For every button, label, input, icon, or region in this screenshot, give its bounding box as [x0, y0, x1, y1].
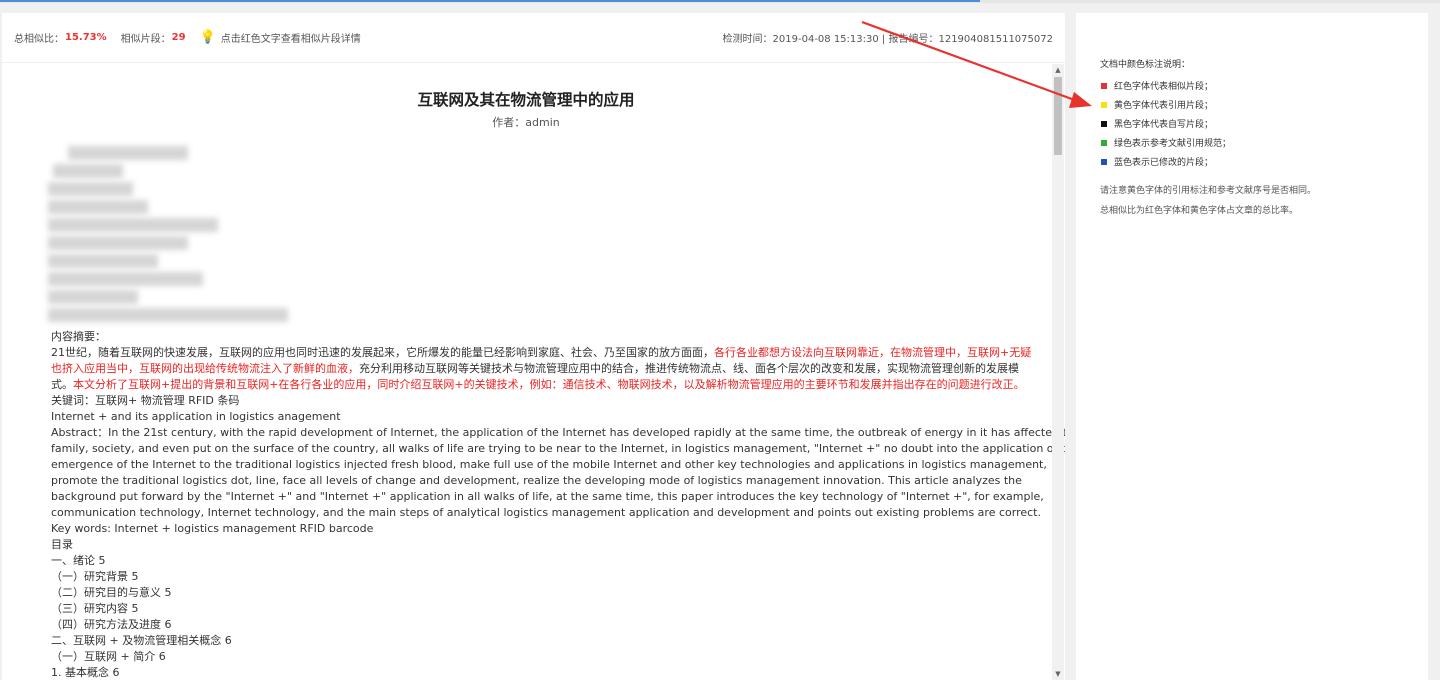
document-text: 内容摘要： [51, 330, 106, 343]
document-text: Abstract：In the 21st century, with the r… [51, 426, 1065, 439]
document-title: 互联网及其在物流管理中的应用 [417, 91, 635, 109]
document-text: 21世纪，随着互联网的快速发展，互联网的应用也同时迅速的发展起来，它所爆发的能量… [51, 346, 714, 359]
similar-fragment-text[interactable]: 各行各业都想方设法向互联网靠近，在物流管理中，互联网+无疑 [714, 346, 1031, 359]
document-body: 内容摘要： 21世纪，随着互联网的快速发展，互联网的应用也同时迅速的发展起来，它所… [51, 329, 1065, 680]
document-text: 充分利用移动互联网等关键技术与物流管理应用中的结合，推进传统物流点、线、面各个层… [359, 362, 1019, 375]
top-accent-segment [0, 0, 980, 2]
document-line: promote the traditional logistics dot, l… [51, 473, 1022, 489]
redacted-block [48, 146, 298, 336]
document-line: （一）研究背景 5 [51, 569, 1001, 585]
legend-note: 总相似比为红色字体和黄色字体占文章的总比率。 [1100, 206, 1299, 216]
document-line: Key words: Internet + logistics manageme… [51, 521, 1001, 537]
similar-fragment-text[interactable]: 本文分析了互联网+提出的背景和互联网+在各行各业的应用，同时介绍互联网+的关键技… [73, 378, 1025, 391]
legend-item: 绿色表示参考文献引用规范； [1100, 133, 1231, 152]
document-text: （二）研究目的与意义 5 [51, 586, 172, 599]
document-line: family, society, and even put on the sur… [51, 441, 1065, 457]
scroll-down-arrow-icon[interactable]: ▼ [1054, 670, 1062, 678]
document-line: （二）研究目的与意义 5 [51, 585, 1001, 601]
legend-color-swatch [1101, 158, 1107, 165]
legend-item-label: 红色字体代表相似片段； [1114, 82, 1214, 92]
document-line: 21世纪，随着互联网的快速发展，互联网的应用也同时迅速的发展起来，它所爆发的能量… [51, 345, 1031, 361]
legend-item: 蓝色表示已修改的片段； [1100, 152, 1231, 171]
document-text: 1. 基本概念 6 [51, 666, 120, 679]
lightbulb-icon: 💡 [199, 30, 216, 45]
scroll-up-arrow-icon[interactable]: ▲ [1054, 66, 1062, 74]
document-line: （一）互联网 + 简介 6 [51, 649, 1001, 665]
similar-fragment-text[interactable]: 也挤入应用当中，互联网的出现给传统物流注入了新鲜的血液， [51, 362, 359, 375]
document-text: （一）研究背景 5 [51, 570, 139, 583]
report-info-bar: 总相似比： 15.73% 相似片段： 29 💡 点击红色文字查看相似片段详情 检… [2, 13, 1065, 63]
document-text: promote the traditional logistics dot, l… [51, 474, 1022, 487]
legend-color-swatch [1101, 101, 1107, 108]
document-text: family, society, and even put on the sur… [51, 442, 1065, 455]
document-text: 二、互联网 + 及物流管理相关概念 6 [51, 634, 232, 647]
report-meta: 检测时间：2019-04-08 15:13:30 | 报告编号：12190408… [722, 34, 1053, 45]
legend-item-label: 黑色字体代表自写片段； [1114, 120, 1214, 130]
document-text: （一）互联网 + 简介 6 [51, 650, 166, 663]
color-legend: 文档中颜色标注说明： 红色字体代表相似片段； 黄色字体代表引用片段； 黑色字体代表自… [1100, 57, 1231, 171]
document-author: 作者：admin [492, 116, 560, 129]
legend-item-label: 蓝色表示已修改的片段； [1114, 158, 1214, 168]
legend-color-swatch [1101, 139, 1107, 146]
document-text: 目录 [51, 538, 73, 551]
scrollbar-thumb[interactable] [1054, 77, 1062, 155]
legend-color-swatch [1101, 82, 1107, 89]
document-text: （三）研究内容 5 [51, 602, 139, 615]
document-line: emergence of the Internet to the traditi… [51, 457, 1047, 473]
top-accent-line [0, 0, 1440, 3]
document-line: Internet + and its application in logist… [51, 409, 1001, 425]
document-text: （四）研究方法及进度 6 [51, 618, 172, 631]
document-text: background put forward by the "Internet … [51, 490, 1044, 503]
document-line: 目录 [51, 537, 1001, 553]
document-text: communication technology, Internet techn… [51, 506, 1041, 519]
document-text: 一、绪论 5 [51, 554, 106, 567]
document-line: （三）研究内容 5 [51, 601, 1001, 617]
total-similarity-label: 总相似比： [14, 34, 64, 45]
document-line: 二、互联网 + 及物流管理相关概念 6 [51, 633, 1001, 649]
document-line: 关键词：互联网+ 物流管理 RFID 条码 [51, 393, 1001, 409]
document-text: emergence of the Internet to the traditi… [51, 458, 1047, 471]
legend-note: 请注意黄色字体的引用标注和参考文献序号是否相同。 [1100, 186, 1317, 196]
hint-text: 点击红色文字查看相似片段详情 [220, 34, 361, 45]
legend-item-label: 黄色字体代表引用片段； [1114, 101, 1214, 111]
legend-panel: 文档中颜色标注说明： 红色字体代表相似片段； 黄色字体代表引用片段； 黑色字体代表自… [1076, 13, 1428, 680]
document-line: 一、绪论 5 [51, 553, 1001, 569]
legend-item: 黑色字体代表自写片段； [1100, 114, 1231, 133]
legend-notes: 请注意黄色字体的引用标注和参考文献序号是否相同。 总相似比为红色字体和黄色字体占文… [1100, 181, 1316, 221]
document-line: background put forward by the "Internet … [51, 489, 1044, 505]
document-line: 也挤入应用当中，互联网的出现给传统物流注入了新鲜的血液，充分利用移动互联网等关键… [51, 361, 1019, 377]
legend-item: 红色字体代表相似片段； [1100, 76, 1231, 95]
document-line: （四）研究方法及进度 6 [51, 617, 1001, 633]
document-text: Key words: Internet + logistics manageme… [51, 522, 374, 535]
document-line: Abstract：In the 21st century, with the r… [51, 425, 1065, 441]
total-similarity-value: 15.73% [65, 32, 107, 43]
document-line: 式。本文分析了互联网+提出的背景和互联网+在各行各业的应用，同时介绍互联网+的关… [51, 377, 1025, 393]
document-text: 关键词：互联网+ 物流管理 RFID 条码 [51, 394, 240, 407]
legend-item-label: 绿色表示参考文献引用规范； [1114, 139, 1232, 149]
document-text: 式。 [51, 378, 73, 391]
similar-fragments-label: 相似片段： [120, 34, 171, 45]
report-panel: 总相似比： 15.73% 相似片段： 29 💡 点击红色文字查看相似片段详情 检… [2, 13, 1065, 680]
legend-item: 黄色字体代表引用片段； [1100, 95, 1231, 114]
legend-title: 文档中颜色标注说明： [1100, 60, 1191, 70]
document-viewer[interactable]: 互联网及其在物流管理中的应用 作者：admin 内容摘要： 21世纪，随着互联网的… [2, 64, 1065, 680]
similar-fragments-value: 29 [171, 32, 186, 43]
vertical-scrollbar[interactable]: ▲ ▼ [1052, 64, 1064, 680]
document-line: 内容摘要： [51, 329, 1001, 345]
document-line: communication technology, Internet techn… [51, 505, 1041, 521]
document-text: Internet + and its application in logist… [51, 410, 341, 423]
legend-color-swatch [1101, 120, 1107, 127]
document-line: 1. 基本概念 6 [51, 665, 1001, 680]
